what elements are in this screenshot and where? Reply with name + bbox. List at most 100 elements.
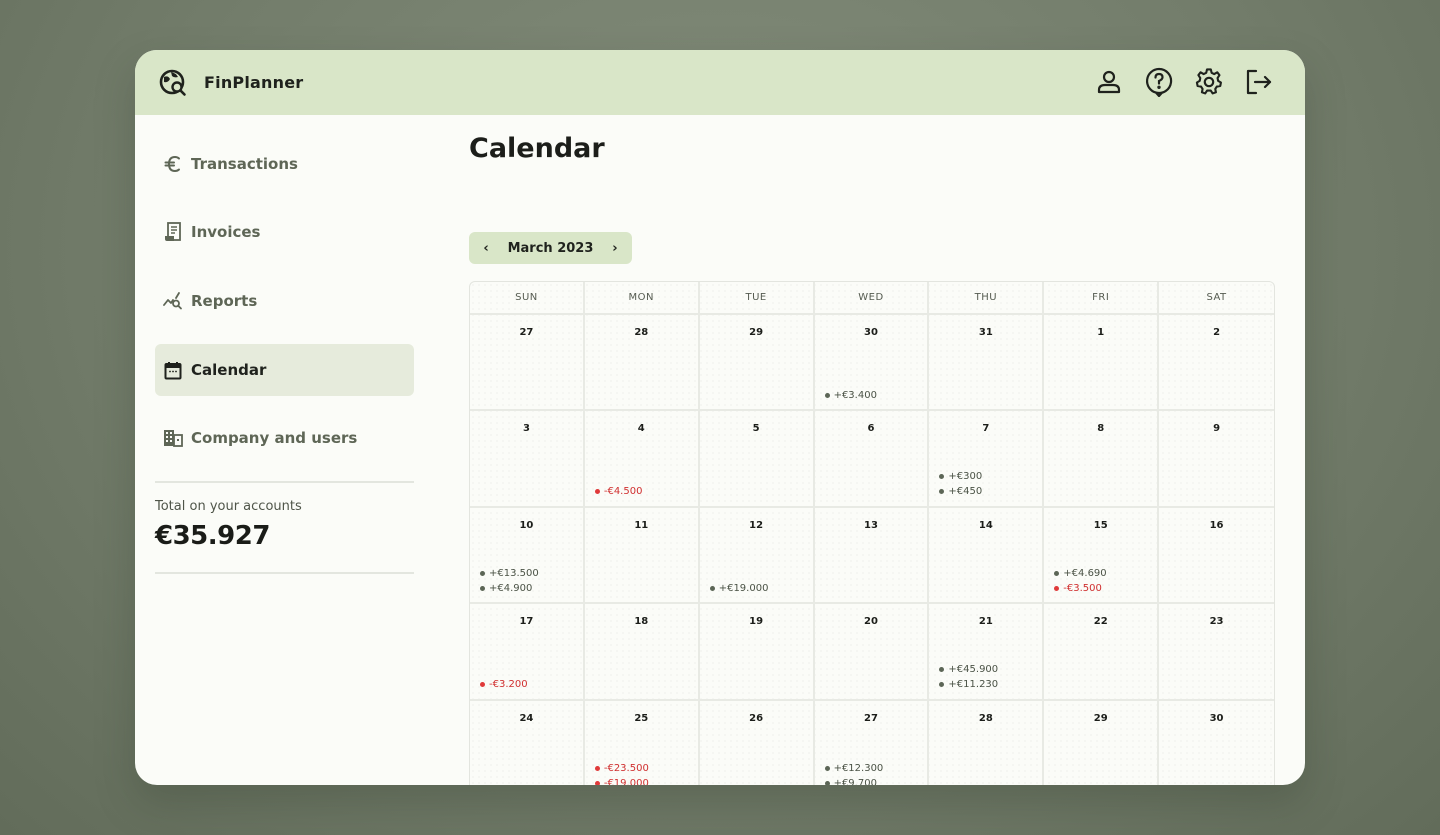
calendar-day-cell[interactable]: 31 — [929, 315, 1045, 412]
day-number: 29 — [1093, 712, 1108, 724]
calendar-grid: SUN MON TUE WED THU FRI SAT 27 28 29 30 +€3.400 31 1 2… — [469, 281, 1275, 785]
calendar-day-cell[interactable]: 20 — [814, 604, 930, 701]
transaction-amount: +€45.900 — [948, 664, 999, 676]
calendar-day-cell[interactable]: 25 -€23.500 -€19.000 — [585, 700, 700, 785]
sidebar-item-reports[interactable]: Reports — [155, 275, 414, 327]
sidebar-item-calendar[interactable]: Calendar — [155, 344, 414, 396]
income-entry[interactable]: +€300 — [939, 471, 982, 483]
calendar-day-cell[interactable]: 19 — [699, 604, 815, 701]
bullet-dot-icon — [1054, 570, 1060, 576]
day-number: 9 — [1213, 423, 1221, 435]
prev-month-button[interactable]: ‹ — [481, 241, 491, 256]
expense-entry[interactable]: -€23.500 — [594, 762, 649, 774]
income-entry[interactable]: +€3.400 — [824, 389, 877, 401]
month-label: March 2023 — [507, 240, 594, 256]
calendar-day-cell[interactable]: 12 +€19.000 — [699, 507, 815, 605]
calendar-day-cell[interactable]: 5 — [699, 411, 815, 508]
euro-icon — [163, 154, 183, 174]
calendar-day-cell[interactable]: 29 — [1044, 700, 1160, 785]
transaction-amount: -€3.500 — [1063, 582, 1102, 594]
calendar-day-cell[interactable]: 14 — [929, 507, 1045, 605]
top-bar: FinPlanner — [135, 50, 1305, 115]
calendar-day-cell[interactable]: 3 — [470, 411, 585, 508]
help-icon[interactable] — [1143, 66, 1175, 98]
day-number: 28 — [978, 712, 993, 724]
income-entry[interactable]: +€11.230 — [939, 679, 998, 691]
calendar-day-cell[interactable]: 11 — [584, 507, 700, 605]
bullet-dot-icon — [709, 585, 715, 591]
sidebar-item-transactions[interactable]: Transactions — [155, 138, 414, 190]
calendar-day-cell[interactable]: 22 — [1044, 604, 1160, 701]
calendar-day-cell[interactable]: 18 — [584, 604, 700, 701]
expense-entry[interactable]: -€3.200 — [480, 679, 528, 691]
transaction-list: +€13.500 +€4.900 — [480, 567, 539, 594]
day-number: 16 — [1209, 519, 1224, 531]
income-entry[interactable]: +€12.300 — [824, 762, 883, 774]
calendar-day-cell[interactable]: 27 — [470, 315, 585, 412]
calendar-day-cell[interactable]: 2 — [1159, 315, 1274, 412]
calendar-day-cell[interactable]: 10 +€13.500 +€4.900 — [470, 507, 585, 605]
day-number: 21 — [978, 616, 993, 628]
globe-search-icon[interactable] — [157, 67, 189, 99]
calendar-day-cell[interactable]: 17 -€3.200 — [470, 604, 585, 701]
income-entry[interactable]: +€45.900 — [939, 664, 998, 676]
calendar-day-cell[interactable]: 30 — [1159, 701, 1274, 785]
calendar-day-cell[interactable]: 28 — [584, 315, 700, 412]
income-entry[interactable]: +€450 — [939, 486, 982, 498]
income-entry[interactable]: +€4.900 — [480, 582, 539, 594]
expense-entry[interactable]: -€19.000 — [594, 777, 649, 785]
next-month-button[interactable]: › — [610, 241, 620, 256]
calendar-day-cell[interactable]: 9 — [1159, 411, 1274, 508]
bullet-dot-icon — [824, 765, 830, 771]
day-number: 13 — [864, 519, 878, 531]
bullet-dot-icon — [480, 585, 485, 591]
weekday-header: FRI — [1044, 282, 1160, 315]
calendar-day-cell[interactable]: 30 +€3.400 — [814, 315, 930, 412]
day-number: 24 — [519, 712, 534, 724]
income-entry[interactable]: +€13.500 — [480, 567, 539, 579]
expense-entry[interactable]: -€3.500 — [1054, 582, 1106, 594]
sidebar-item-invoices[interactable]: Invoices — [155, 206, 414, 258]
day-number: 25 — [634, 712, 649, 724]
day-number: 27 — [519, 327, 534, 338]
calendar-day-cell[interactable]: 21 +€45.900 +€11.230 — [929, 604, 1045, 701]
calendar-day-cell[interactable]: 1 — [1044, 315, 1160, 412]
transaction-list: +€45.900 +€11.230 — [939, 664, 998, 691]
sidebar-divider — [155, 572, 414, 574]
calendar-day-cell[interactable]: 24 — [470, 700, 585, 785]
calendar-day-cell[interactable]: 13 — [814, 507, 930, 605]
day-number: 12 — [749, 519, 764, 531]
logout-icon[interactable] — [1243, 66, 1275, 98]
app-window: FinPlanner Transactions Invoices Reports… — [135, 50, 1305, 785]
transaction-list: +€12.300 +€9.700 — [824, 762, 884, 785]
calendar-day-cell[interactable]: 15 +€4.690 -€3.500 — [1044, 507, 1160, 605]
app-title: FinPlanner — [204, 73, 304, 92]
day-number: 28 — [634, 327, 649, 338]
income-entry[interactable]: +€9.700 — [824, 777, 884, 785]
sidebar-item-company-and-users[interactable]: Company and users — [155, 412, 414, 464]
calendar-day-cell[interactable]: 7 +€300 +€450 — [929, 411, 1045, 508]
calendar-day-cell[interactable]: 27 +€12.300 +€9.700 — [815, 700, 930, 785]
user-icon[interactable] — [1093, 66, 1125, 98]
calendar-day-cell[interactable]: 6 — [814, 411, 930, 508]
calendar-day-cell[interactable]: 26 — [700, 700, 815, 785]
calendar-day-cell[interactable]: 29 — [699, 315, 815, 412]
bullet-dot-icon — [824, 780, 830, 785]
bullet-dot-icon — [480, 682, 485, 688]
gear-icon[interactable] — [1193, 66, 1225, 98]
chart-search-icon — [163, 291, 183, 311]
day-number: 10 — [519, 519, 534, 531]
bullet-dot-icon — [594, 489, 600, 495]
calendar-day-cell[interactable]: 16 — [1159, 508, 1274, 605]
calendar-day-cell[interactable]: 8 — [1044, 411, 1160, 508]
income-entry[interactable]: +€19.000 — [709, 582, 768, 594]
calendar-day-cell[interactable]: 4 -€4.500 — [584, 411, 700, 508]
bullet-dot-icon — [939, 489, 945, 495]
transaction-amount: +€13.500 — [489, 567, 539, 579]
calendar-day-cell[interactable]: 28 — [929, 700, 1045, 785]
expense-entry[interactable]: -€4.500 — [594, 486, 643, 498]
transaction-amount: -€4.500 — [603, 486, 643, 498]
income-entry[interactable]: +€4.690 — [1054, 567, 1107, 579]
calendar-day-cell[interactable]: 23 — [1159, 604, 1274, 701]
weekday-header: TUE — [699, 282, 815, 315]
